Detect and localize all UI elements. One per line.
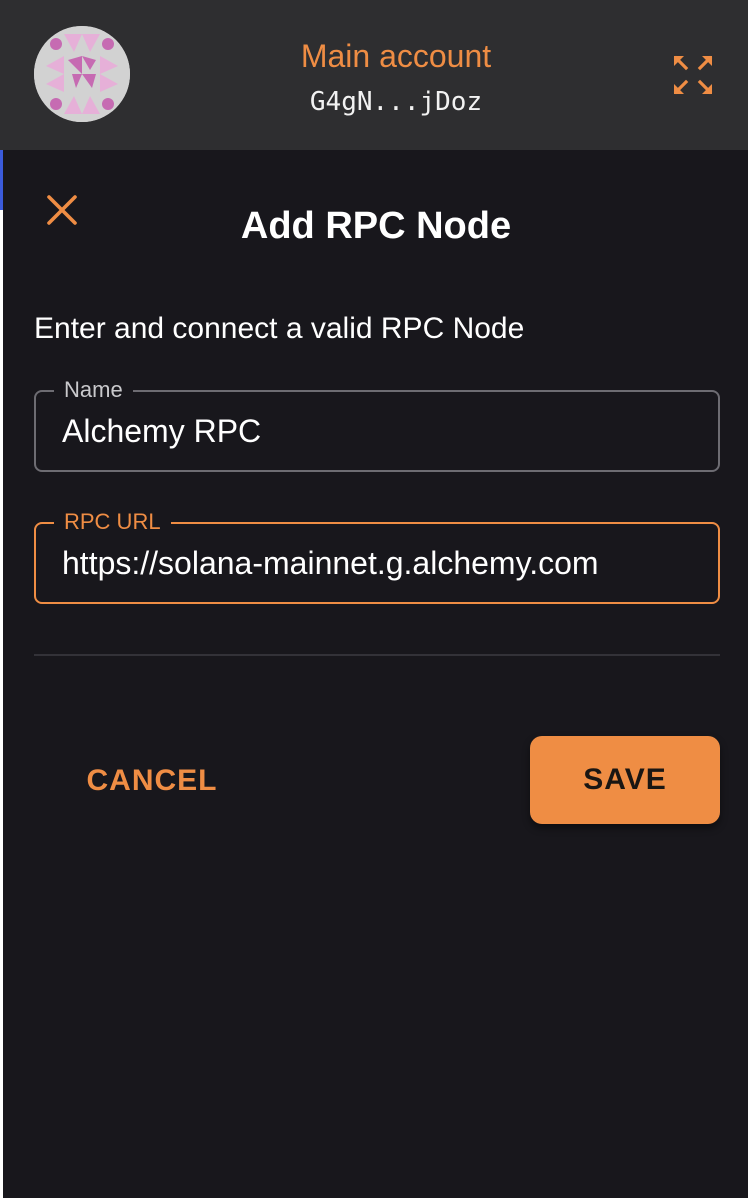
cancel-button[interactable]: CANCEL — [60, 738, 244, 824]
account-header: Main account G4gN...jDoz — [0, 0, 748, 150]
save-button[interactable]: SAVE — [530, 736, 720, 824]
name-input[interactable] — [62, 392, 698, 470]
account-name[interactable]: Main account — [0, 36, 748, 76]
rpc-url-field[interactable]: RPC URL — [34, 508, 720, 604]
expand-button[interactable] — [670, 52, 716, 98]
rpc-url-input[interactable] — [62, 524, 698, 602]
divider — [34, 654, 720, 656]
account-address[interactable]: G4gN...jDoz — [0, 84, 748, 120]
window-edge — [0, 0, 3, 1198]
wallet-popup: Main account G4gN...jDoz Add RPC Node En… — [0, 0, 748, 1198]
expand-icon — [673, 55, 713, 95]
instructions-text: Enter and connect a valid RPC Node — [34, 312, 525, 345]
name-field[interactable]: Name — [34, 376, 720, 472]
dialog-title: Add RPC Node — [240, 205, 512, 247]
